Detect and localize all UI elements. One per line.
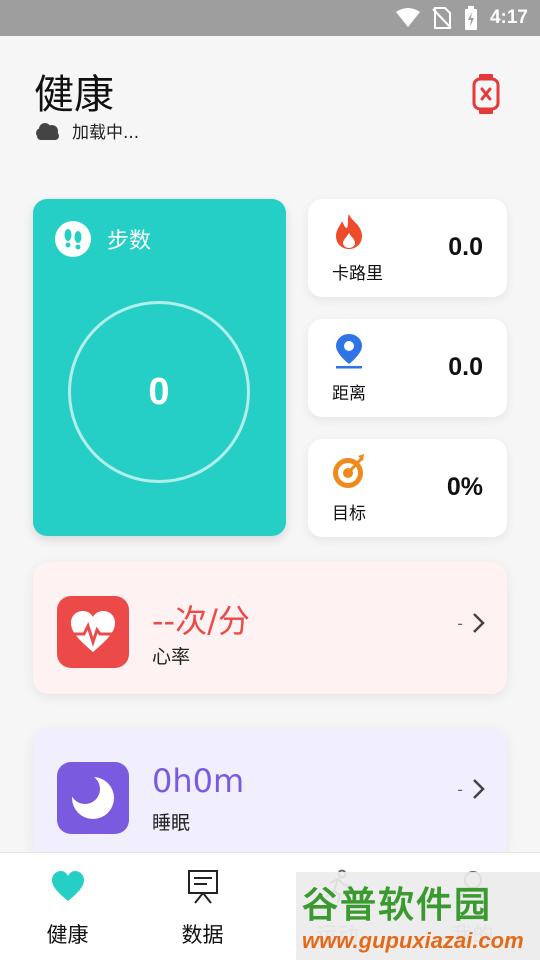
heart-rate-value: --次/分 xyxy=(152,602,250,640)
heart-rate-dash: - xyxy=(457,613,463,633)
heart-rate-icon-tile xyxy=(57,596,129,668)
target-icon xyxy=(333,454,364,488)
sleep-label: 睡眠 xyxy=(152,812,191,834)
sleep-card[interactable]: 0h0m 睡眠 - xyxy=(33,728,507,860)
weather-status: 加载中... xyxy=(34,118,139,143)
chevron-right-icon xyxy=(473,779,485,799)
sleep-value: 0h0m xyxy=(152,762,245,800)
nav-item-health[interactable]: 健康 xyxy=(0,853,135,960)
calories-value: 0.0 xyxy=(448,233,483,261)
sleep-detail[interactable]: - xyxy=(457,778,485,800)
chevron-right-icon xyxy=(473,613,485,633)
nav-label-data: 数据 xyxy=(181,923,224,947)
moon-icon xyxy=(70,775,114,819)
status-bar: 4:17 xyxy=(0,0,540,36)
watermark: 谷普软件园 www.gupuxiazai.com xyxy=(296,872,540,960)
status-time: 4:17 xyxy=(489,7,528,28)
steps-label: 步数 xyxy=(107,229,152,254)
sleep-dash: - xyxy=(457,779,463,799)
chart-board-icon xyxy=(187,870,218,904)
heartbeat-icon xyxy=(71,611,115,652)
page-title: 健康 xyxy=(34,72,114,118)
heart-rate-label: 心率 xyxy=(152,646,191,668)
cloud-icon xyxy=(36,122,59,140)
distance-label: 距离 xyxy=(332,384,366,404)
calories-label: 卡路里 xyxy=(332,264,383,284)
flame-icon xyxy=(336,214,362,249)
watch-disconnected-icon[interactable] xyxy=(472,74,500,114)
distance-card[interactable]: 距离 0.0 xyxy=(308,319,507,417)
steps-header: 步数 xyxy=(55,221,151,257)
watermark-url: www.gupuxiazai.com xyxy=(302,928,524,953)
battery-charging-icon xyxy=(464,6,477,30)
steps-ring: 0 xyxy=(68,301,250,483)
goal-value: 0% xyxy=(446,473,483,501)
sleep-icon-tile xyxy=(57,762,129,834)
wifi-icon xyxy=(395,8,420,27)
calories-card[interactable]: 卡路里 0.0 xyxy=(308,199,507,297)
nav-label-health: 健康 xyxy=(46,923,89,947)
heart-rate-detail[interactable]: - xyxy=(457,612,485,634)
footprints-icon xyxy=(55,221,91,257)
nav-item-data[interactable]: 数据 xyxy=(135,853,270,960)
goal-card[interactable]: 目标 0% xyxy=(308,439,507,537)
heart-icon xyxy=(51,871,84,901)
steps-card[interactable]: 步数 0 xyxy=(33,199,286,536)
no-sim-icon xyxy=(432,7,452,29)
distance-value: 0.0 xyxy=(448,353,483,381)
steps-value: 0 xyxy=(148,370,170,413)
watermark-title: 谷普软件园 xyxy=(302,884,493,925)
heart-rate-card[interactable]: --次/分 心率 - xyxy=(33,562,507,694)
goal-label: 目标 xyxy=(332,504,366,524)
weather-text: 加载中... xyxy=(72,123,140,143)
location-pin-icon xyxy=(336,334,362,369)
